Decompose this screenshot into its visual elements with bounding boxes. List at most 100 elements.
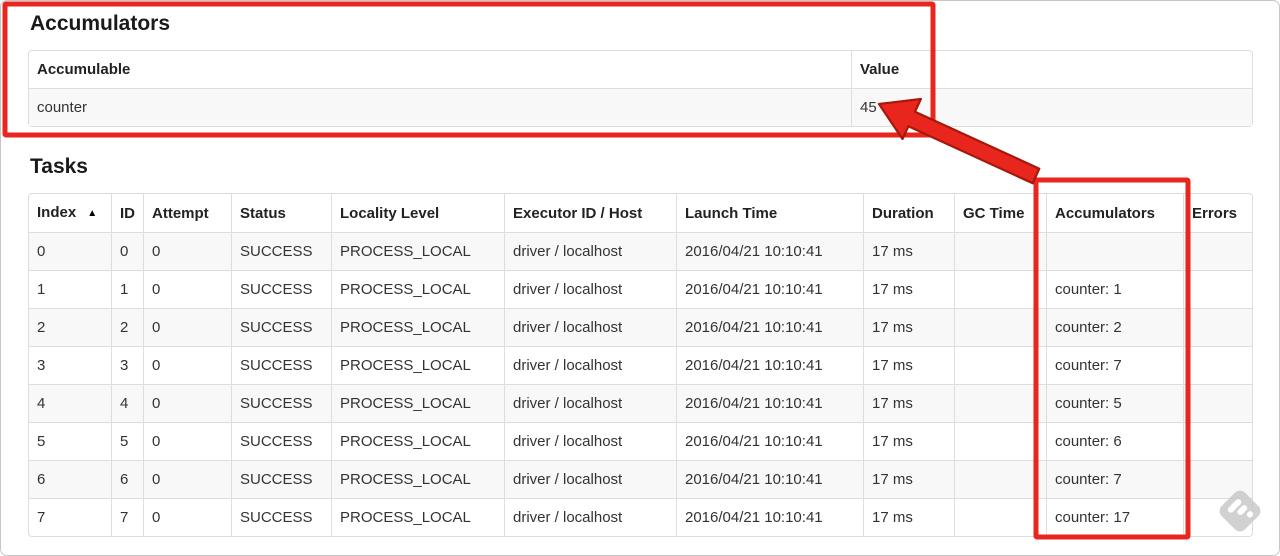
column-header-duration[interactable]: Duration — [863, 194, 954, 232]
cell-duration: 17 ms — [863, 346, 954, 384]
column-header-executor-id-host[interactable]: Executor ID / Host — [504, 194, 676, 232]
column-header-value[interactable]: Value — [851, 51, 1252, 88]
cell-duration: 17 ms — [863, 498, 954, 536]
cell-id: 5 — [111, 422, 143, 460]
accumulators-table: Accumulable Value counter 45 — [28, 50, 1253, 127]
cell-locality-level: PROCESS_LOCAL — [331, 384, 504, 422]
cell-accumulators: counter: 6 — [1046, 422, 1183, 460]
column-header-gc-time[interactable]: GC Time — [954, 194, 1046, 232]
spark-stage-page: Accumulators Accumulable Value counter 4… — [0, 0, 1280, 537]
column-header-attempt[interactable]: Attempt — [143, 194, 231, 232]
cell-errors — [1183, 498, 1252, 536]
cell-duration: 17 ms — [863, 270, 954, 308]
cell-locality-level: PROCESS_LOCAL — [331, 232, 504, 270]
task-row: 4 4 0 SUCCESS PROCESS_LOCAL driver / localhos… — [29, 384, 1252, 422]
cell-index: 1 — [29, 270, 111, 308]
cell-attempt: 0 — [143, 422, 231, 460]
accumulators-section-title: Accumulators — [30, 12, 171, 35]
cell-duration: 17 ms — [863, 232, 954, 270]
column-header-launch-time[interactable]: Launch Time — [676, 194, 863, 232]
cell-id: 3 — [111, 346, 143, 384]
cell-accumulators: counter: 2 — [1046, 308, 1183, 346]
cell-accumulators: counter: 17 — [1046, 498, 1183, 536]
cell-launch-time: 2016/04/21 10:10:41 — [676, 422, 863, 460]
cell-accumulable: counter — [29, 88, 851, 126]
cell-attempt: 0 — [143, 498, 231, 536]
cell-locality-level: PROCESS_LOCAL — [331, 498, 504, 536]
column-header-accumulators[interactable]: Accumulators — [1046, 194, 1183, 232]
cell-executor-id-host: driver / localhost — [504, 422, 676, 460]
cell-errors — [1183, 384, 1252, 422]
cell-executor-id-host: driver / localhost — [504, 232, 676, 270]
cell-locality-level: PROCESS_LOCAL — [331, 346, 504, 384]
cell-index: 6 — [29, 460, 111, 498]
tasks-table: Index ▲ ID Attempt Status Locality Level Execu… — [28, 193, 1253, 537]
cell-status: SUCCESS — [231, 308, 331, 346]
cell-attempt: 0 — [143, 308, 231, 346]
cell-launch-time: 2016/04/21 10:10:41 — [676, 498, 863, 536]
cell-accumulators: counter: 1 — [1046, 270, 1183, 308]
cell-status: SUCCESS — [231, 498, 331, 536]
cell-status: SUCCESS — [231, 384, 331, 422]
cell-gc-time — [954, 232, 1046, 270]
column-header-label: Index — [37, 204, 77, 221]
task-row: 5 5 0 SUCCESS PROCESS_LOCAL driver / localhos… — [29, 422, 1252, 460]
cell-index: 2 — [29, 308, 111, 346]
cell-accumulators: counter: 5 — [1046, 384, 1183, 422]
task-row: 6 6 0 SUCCESS PROCESS_LOCAL driver / localhos… — [29, 460, 1252, 498]
cell-duration: 17 ms — [863, 384, 954, 422]
cell-value: 45 — [851, 88, 1252, 126]
cell-index: 7 — [29, 498, 111, 536]
task-row: 2 2 0 SUCCESS PROCESS_LOCAL driver / localhos… — [29, 308, 1252, 346]
cell-status: SUCCESS — [231, 232, 331, 270]
column-header-accumulable[interactable]: Accumulable — [29, 51, 851, 88]
cell-id: 6 — [111, 460, 143, 498]
column-header-index[interactable]: Index ▲ — [29, 194, 111, 232]
column-header-status[interactable]: Status — [231, 194, 331, 232]
column-header-label: Locality Level — [340, 204, 440, 222]
cell-attempt: 0 — [143, 346, 231, 384]
cell-launch-time: 2016/04/21 10:10:41 — [676, 308, 863, 346]
sort-ascending-icon: ▲ — [87, 208, 98, 219]
cell-locality-level: PROCESS_LOCAL — [331, 422, 504, 460]
column-header-label: Attempt — [152, 204, 209, 222]
column-header-id[interactable]: ID — [111, 194, 143, 232]
cell-attempt: 0 — [143, 232, 231, 270]
cell-executor-id-host: driver / localhost — [504, 308, 676, 346]
cell-executor-id-host: driver / localhost — [504, 460, 676, 498]
cell-executor-id-host: driver / localhost — [504, 346, 676, 384]
column-header-label: Accumulators — [1055, 204, 1156, 222]
cell-index: 4 — [29, 384, 111, 422]
column-header-label: Executor ID / Host — [513, 204, 643, 222]
cell-gc-time — [954, 346, 1046, 384]
column-header-locality-level[interactable]: Locality Level — [331, 194, 504, 232]
column-header-label: Launch Time — [685, 204, 778, 222]
cell-accumulators: counter: 7 — [1046, 460, 1183, 498]
accumulators-header-row: Accumulable Value — [29, 51, 1252, 88]
cell-status: SUCCESS — [231, 422, 331, 460]
column-header-errors[interactable]: Errors — [1183, 194, 1252, 232]
column-header-label: Duration — [872, 204, 934, 222]
cell-index: 0 — [29, 232, 111, 270]
accumulators-section: Accumulators Accumulable Value counter 4… — [28, 12, 1253, 127]
cell-errors — [1183, 232, 1252, 270]
column-header-label: ID — [120, 204, 135, 222]
cell-gc-time — [954, 422, 1046, 460]
cell-attempt: 0 — [143, 460, 231, 498]
cell-id: 0 — [111, 232, 143, 270]
cell-gc-time — [954, 308, 1046, 346]
cell-errors — [1183, 346, 1252, 384]
tasks-section-title: Tasks — [30, 155, 88, 178]
cell-id: 2 — [111, 308, 143, 346]
cell-attempt: 0 — [143, 384, 231, 422]
cell-executor-id-host: driver / localhost — [504, 384, 676, 422]
cell-gc-time — [954, 460, 1046, 498]
cell-gc-time — [954, 384, 1046, 422]
column-header-label: GC Time — [963, 204, 1025, 222]
cell-accumulators: counter: 7 — [1046, 346, 1183, 384]
cell-errors — [1183, 422, 1252, 460]
cell-status: SUCCESS — [231, 270, 331, 308]
cell-id: 7 — [111, 498, 143, 536]
cell-index: 3 — [29, 346, 111, 384]
cell-duration: 17 ms — [863, 422, 954, 460]
